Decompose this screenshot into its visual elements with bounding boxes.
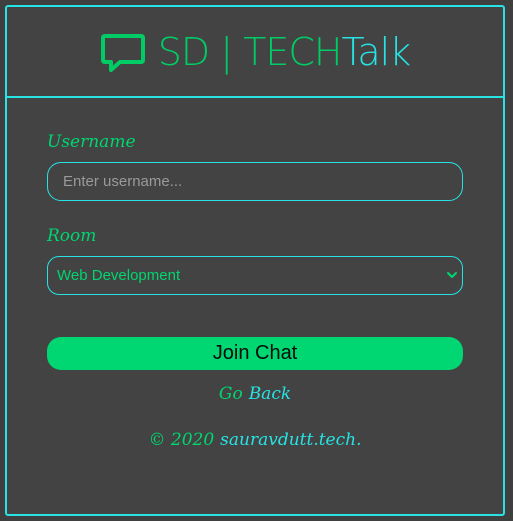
chat-bubble-icon [100, 33, 145, 72]
go-text: Go [218, 384, 243, 404]
username-label: Username [47, 132, 136, 152]
brand-accent-text: Talk [341, 29, 411, 74]
brand-logo: SD | TECH Talk [100, 29, 411, 74]
login-card: SD | TECHTalk Username Room Web Developm… [5, 5, 505, 516]
site-link[interactable]: sauravdutt.tech. [220, 430, 361, 450]
join-chat-button[interactable]: Join Chat [47, 337, 463, 370]
room-select[interactable]: Web Development [47, 256, 463, 295]
room-selected-value: Web Development [57, 267, 181, 284]
username-input[interactable] [47, 162, 463, 201]
brand-main-text: SD | TECH [157, 29, 343, 74]
back-link[interactable]: Back [249, 384, 291, 404]
room-label: Room [47, 226, 97, 246]
room-field-group: Room Web Development [47, 226, 463, 295]
join-form: Username Room Web Development Join Chat … [7, 98, 503, 450]
copyright-text: © 2020 [148, 430, 215, 450]
username-field-group: Username [47, 132, 463, 201]
go-back-line: Go Back [47, 384, 463, 404]
chevron-down-icon [447, 272, 457, 278]
footer: © 2020 sauravdutt.tech. [47, 430, 463, 450]
header: SD | TECH Talk [7, 7, 503, 98]
